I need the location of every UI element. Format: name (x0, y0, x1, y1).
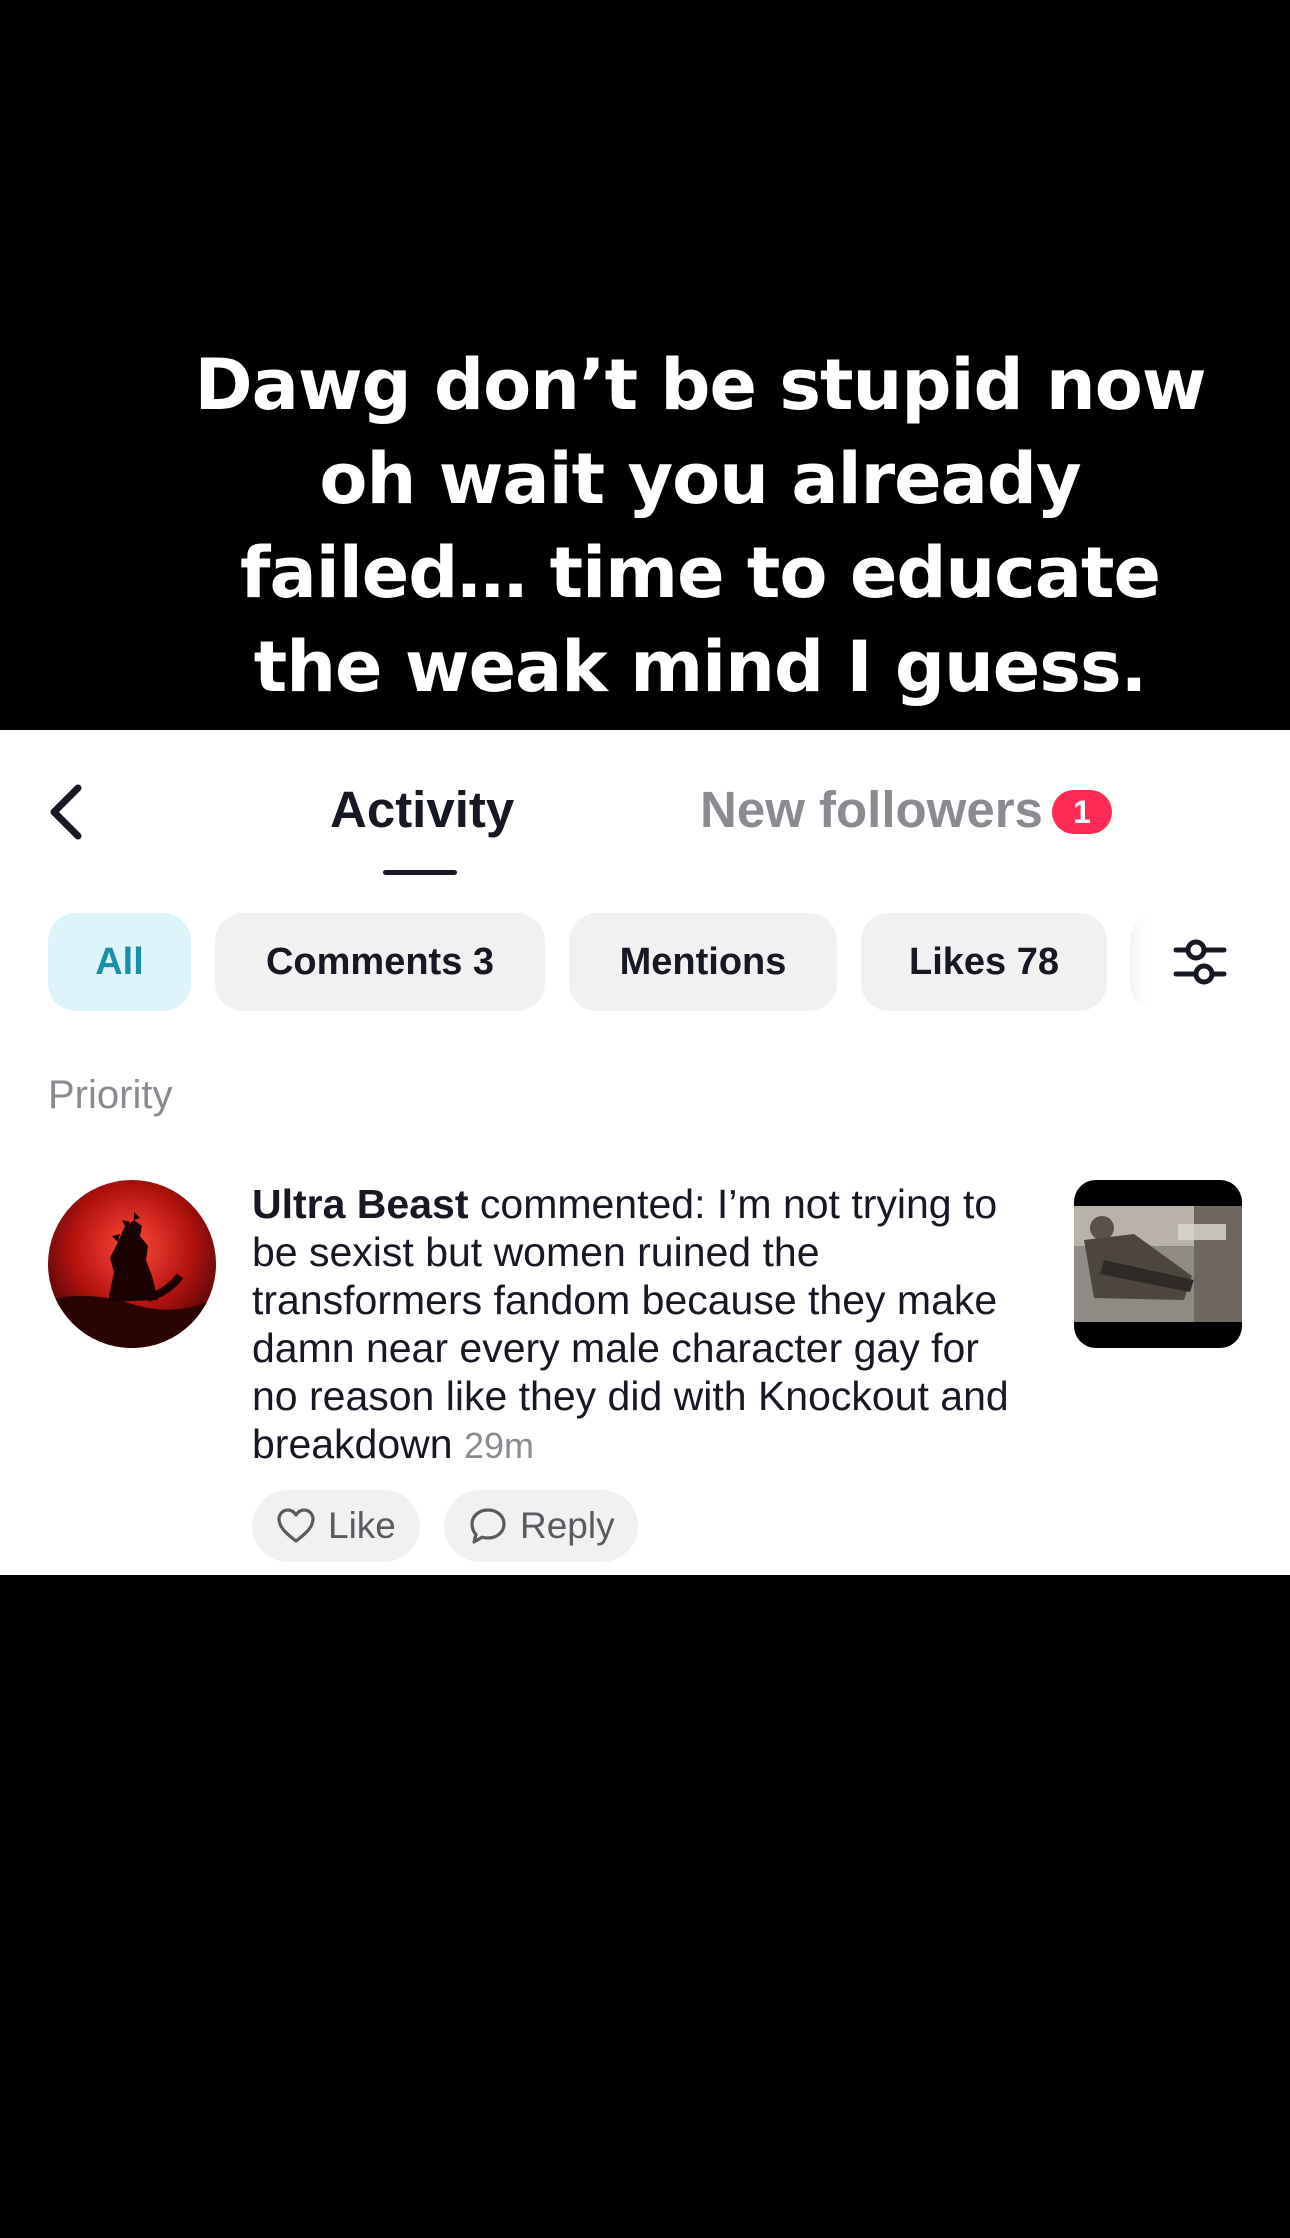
new-followers-badge: 1 (1052, 790, 1112, 834)
back-button[interactable] (42, 782, 92, 842)
avatar[interactable] (48, 1180, 216, 1348)
filter-settings-button[interactable] (1130, 913, 1290, 1011)
tab-new-followers[interactable]: New followers (700, 780, 1043, 840)
commenter-username[interactable]: Ultra Beast (252, 1181, 468, 1227)
filter-chip-mentions[interactable]: Mentions (569, 913, 837, 1011)
active-tab-indicator (383, 870, 457, 875)
robot-video-thumbnail-image (1074, 1206, 1242, 1322)
notification-action: commented: (479, 1181, 706, 1227)
filter-chip-comments[interactable]: Comments 3 (215, 913, 545, 1011)
sliders-icon (1173, 939, 1227, 985)
notification-timestamp: 29m (463, 1425, 535, 1466)
speech-bubble-icon (470, 1508, 506, 1544)
heart-icon (277, 1508, 315, 1543)
filter-chip-likes[interactable]: Likes 78 (861, 913, 1107, 1011)
reply-label: Reply (520, 1505, 615, 1546)
like-label: Like (328, 1505, 396, 1546)
video-caption: Dawg don’t be stupid now oh wait you alr… (194, 344, 1206, 708)
chevron-left-icon (50, 784, 82, 840)
section-title-priority: Priority (48, 1073, 173, 1117)
tab-activity[interactable]: Activity (330, 780, 514, 840)
like-button[interactable]: Like (252, 1490, 420, 1562)
filter-chip-all[interactable]: All (48, 913, 191, 1011)
video-thumbnail[interactable] (1074, 1180, 1242, 1348)
notification-text: Ultra Beast commented: I’m not trying to… (252, 1180, 1032, 1470)
reply-button[interactable]: Reply (444, 1490, 638, 1562)
activity-panel: Activity New followers 1 All Comments 3 … (0, 730, 1290, 1575)
godzilla-avatar-image (48, 1180, 216, 1348)
